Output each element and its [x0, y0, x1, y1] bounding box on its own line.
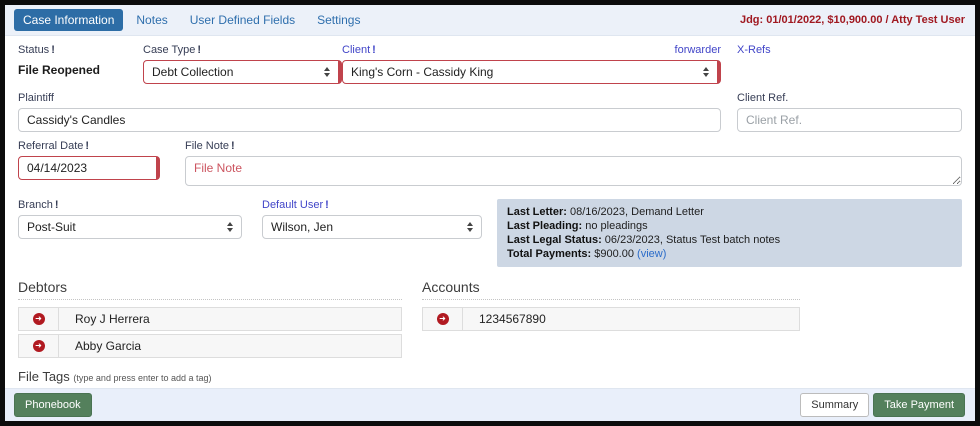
debtor-action-cell[interactable]: ➜ [19, 308, 59, 330]
status-value: File Reopened [18, 63, 101, 77]
view-payments-link[interactable]: (view) [637, 248, 666, 260]
account-action-cell[interactable]: ➜ [423, 308, 463, 330]
file-tags-section: File Tags (type and press enter to add a… [18, 369, 962, 388]
debtor-row[interactable]: ➜ Abby Garcia [18, 334, 402, 358]
judgment-info: Jdg: 01/01/2022, $10,900.00 / Atty Test … [739, 14, 965, 26]
up-down-caret-icon [467, 222, 473, 232]
last-legal-status-line: Last Legal Status: 06/23/2023, Status Te… [507, 234, 781, 246]
last-pleading-line: Last Pleading: no pleadings [507, 220, 648, 232]
total-payments-line: Total Payments: $900.00 (view) [507, 248, 667, 260]
client-ref-label: Client Ref. [737, 92, 789, 104]
referral-date-label: Referral Date! [18, 140, 90, 152]
app-window: Case Information Notes User Defined Fiel… [0, 0, 980, 426]
row-branch-user-summary: Branch! Post-Suit Default User! Wilson, … [18, 199, 962, 267]
client-required-marker: ! [372, 44, 376, 56]
forwarder-link[interactable]: forwarder [675, 44, 721, 56]
file-note-textarea[interactable] [185, 156, 962, 186]
default-user-label[interactable]: Default User! [262, 199, 482, 211]
plaintiff-label: Plaintiff [18, 92, 54, 104]
tab-case-information[interactable]: Case Information [14, 9, 124, 31]
client-label[interactable]: Client! [342, 44, 376, 56]
summary-button[interactable]: Summary [800, 393, 870, 417]
case-type-label: Case Type! [143, 44, 202, 56]
default-user-selected-value: Wilson, Jen [271, 220, 334, 234]
file-tags-hint: (type and press enter to add a tag) [73, 373, 212, 383]
account-number: 1234567890 [479, 312, 546, 326]
debtor-name: Abby Garcia [75, 339, 142, 353]
debtor-name: Roy J Herrera [75, 312, 150, 326]
take-payment-button[interactable]: Take Payment [873, 393, 965, 417]
tabs-group: Case Information Notes User Defined Fiel… [14, 9, 369, 31]
case-type-required-marker: ! [197, 44, 202, 56]
last-letter-line: Last Letter: 08/16/2023, Demand Letter [507, 206, 704, 218]
debtor-row[interactable]: ➜ Roy J Herrera [18, 307, 402, 331]
file-tags-title: File Tags (type and press enter to add a… [18, 369, 962, 388]
account-row[interactable]: ➜ 1234567890 [422, 307, 800, 331]
case-information-panel: Status! File Reopened Case Type! Debt Co… [5, 36, 975, 388]
referral-date-required-marker: ! [85, 140, 90, 152]
footer-right-buttons: Summary Take Payment [800, 393, 965, 417]
row-debtors-accounts: Debtors ➜ Roy J Herrera ➜ Abby Garcia Ac… [18, 279, 962, 361]
footer-bar: Phonebook Summary Take Payment [5, 388, 975, 421]
default-user-required-marker: ! [325, 199, 329, 211]
branch-select[interactable]: Post-Suit [18, 215, 242, 239]
branch-selected-value: Post-Suit [27, 220, 76, 234]
client-ref-input[interactable] [737, 108, 962, 132]
accounts-title: Accounts [422, 279, 800, 300]
tab-user-defined-fields[interactable]: User Defined Fields [181, 9, 304, 31]
up-down-caret-icon [227, 222, 233, 232]
branch-required-marker: ! [54, 199, 59, 211]
case-summary-box: Last Letter: 08/16/2023, Demand Letter L… [497, 199, 962, 267]
file-note-label: File Note! [185, 140, 235, 152]
row-status-casetype-client: Status! File Reopened Case Type! Debt Co… [18, 44, 962, 84]
branch-label: Branch! [18, 199, 59, 211]
status-required-marker: ! [51, 44, 55, 56]
file-note-required-marker: ! [231, 140, 235, 152]
phonebook-button[interactable]: Phonebook [14, 393, 92, 417]
red-circle-arrow-icon[interactable]: ➜ [436, 313, 449, 325]
red-circle-arrow-icon[interactable]: ➜ [32, 313, 45, 325]
referral-date-input[interactable] [18, 156, 160, 180]
xrefs-link[interactable]: X-Refs [737, 44, 962, 56]
row-referral-filenote: Referral Date! File Note! [18, 140, 962, 191]
up-down-caret-icon [324, 67, 330, 77]
plaintiff-input[interactable] [18, 108, 721, 132]
case-type-selected-value: Debt Collection [152, 65, 234, 79]
status-label: Status! [18, 44, 55, 56]
accounts-section: Accounts ➜ 1234567890 [422, 279, 800, 361]
client-select[interactable]: King's Corn - Cassidy King [342, 60, 721, 84]
tab-notes[interactable]: Notes [127, 9, 176, 31]
row-plaintiff-clientref: Plaintiff Client Ref. [18, 92, 962, 132]
debtors-title: Debtors [18, 279, 402, 300]
up-down-caret-icon [703, 67, 709, 77]
debtors-section: Debtors ➜ Roy J Herrera ➜ Abby Garcia [18, 279, 402, 361]
debtor-action-cell[interactable]: ➜ [19, 335, 59, 357]
case-type-select[interactable]: Debt Collection [143, 60, 342, 84]
tab-settings[interactable]: Settings [308, 9, 369, 31]
red-circle-arrow-icon[interactable]: ➜ [32, 340, 45, 352]
tab-bar: Case Information Notes User Defined Fiel… [5, 5, 975, 36]
client-selected-value: King's Corn - Cassidy King [351, 65, 494, 79]
default-user-select[interactable]: Wilson, Jen [262, 215, 482, 239]
